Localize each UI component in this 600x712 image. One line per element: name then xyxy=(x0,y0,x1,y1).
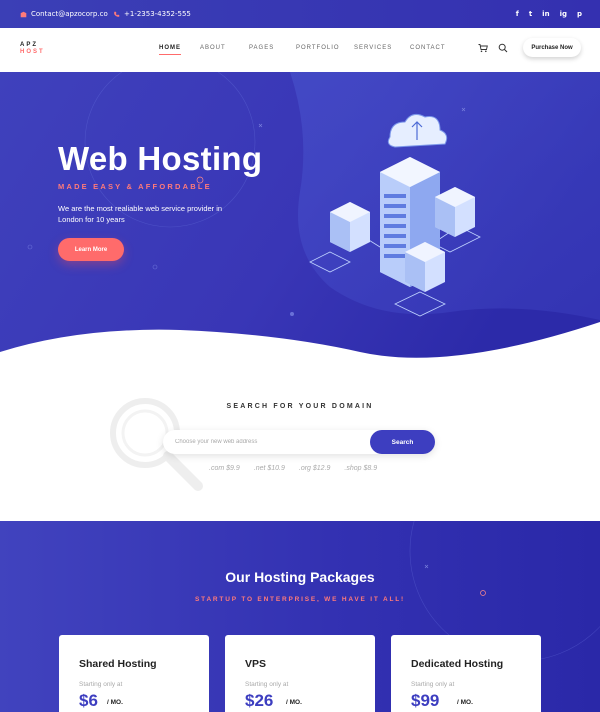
package-name: Dedicated Hosting xyxy=(411,658,504,670)
search-icon[interactable] xyxy=(498,43,508,53)
package-name: Shared Hosting xyxy=(79,658,157,670)
package-period: / MO. xyxy=(107,699,123,706)
package-price: $99 xyxy=(411,691,440,710)
hero-title: Web Hosting xyxy=(58,140,263,177)
packages-tagline: STARTUP TO ENTERPRISE, WE HAVE IT ALL! xyxy=(195,596,405,603)
nav-item-pages[interactable]: PAGES xyxy=(249,45,274,51)
top-bar: Contact@apzocorp.co +1-2353-4352-555 f t… xyxy=(0,0,600,28)
nav-item-portfolio[interactable]: PORTFOLIO xyxy=(296,45,340,51)
domain-search-input[interactable] xyxy=(175,430,365,454)
phone-icon xyxy=(114,11,120,17)
learn-more-button[interactable]: Learn More xyxy=(58,238,124,261)
package-card-vps[interactable]: VPS Starting only at $26 / MO. xyxy=(225,635,375,712)
package-name: VPS xyxy=(245,658,267,670)
package-period: / MO. xyxy=(286,699,302,706)
package-card-dedicated[interactable]: Dedicated Hosting Starting only at $99 /… xyxy=(391,635,541,712)
package-starting-text: Starting only at xyxy=(245,681,289,688)
domain-search-title: SEARCH FOR YOUR DOMAIN xyxy=(226,403,374,410)
facebook-icon[interactable]: f xyxy=(516,10,519,18)
linkedin-icon[interactable]: in xyxy=(542,10,549,18)
server-cloud-illustration xyxy=(309,113,481,317)
main-nav: APZ HOST HOME ABOUT PAGES PORTFOLIO SERV… xyxy=(0,28,600,72)
email-text: Contact@apzocorp.co xyxy=(31,10,108,18)
nav-item-services[interactable]: SERVICES xyxy=(354,45,392,51)
domain-search-section: SEARCH FOR YOUR DOMAIN Search .com $9.9 … xyxy=(0,362,600,522)
logo-line2: HOST xyxy=(20,49,45,55)
logo[interactable]: APZ HOST xyxy=(20,42,45,56)
tld-price-net: .net $10.9 xyxy=(253,465,285,472)
package-price: $26 xyxy=(245,691,274,710)
nav-item-contact[interactable]: CONTACT xyxy=(410,45,446,51)
domain-search-box: Search xyxy=(163,430,435,454)
package-starting-text: Starting only at xyxy=(79,681,123,688)
contact-email[interactable]: Contact@apzocorp.co xyxy=(20,10,108,18)
envelope-icon xyxy=(20,11,27,17)
twitter-icon[interactable]: t xyxy=(529,10,532,18)
hosting-packages-section: Our Hosting Packages STARTUP TO ENTERPRI… xyxy=(0,521,600,712)
hero-description: We are the most realiable web service pr… xyxy=(58,204,223,224)
tld-price-list: .com $9.9 .net $10.9 .org $12.9 .shop $8… xyxy=(209,465,377,472)
hero-subtitle: MADE EASY & AFFORDABLE xyxy=(58,182,212,191)
package-starting-text: Starting only at xyxy=(411,681,455,688)
tld-price-com: .com $9.9 xyxy=(209,465,240,472)
domain-search-button[interactable]: Search xyxy=(370,430,435,454)
instagram-icon[interactable]: ig xyxy=(560,10,567,18)
package-period: / MO. xyxy=(457,699,473,706)
tld-price-shop: .shop $8.9 xyxy=(344,465,378,472)
hero-section: Web Hosting MADE EASY & AFFORDABLE We ar… xyxy=(0,72,600,362)
phone-text: +1-2353-4352-555 xyxy=(124,10,191,18)
logo-line1: APZ xyxy=(20,42,38,48)
nav-item-about[interactable]: ABOUT xyxy=(200,45,226,51)
tld-price-org: .org $12.9 xyxy=(298,465,331,472)
contact-phone[interactable]: +1-2353-4352-555 xyxy=(113,10,191,18)
packages-title: Our Hosting Packages xyxy=(225,569,375,585)
nav-item-home[interactable]: HOME xyxy=(159,45,181,55)
cart-icon[interactable] xyxy=(478,43,488,53)
pinterest-icon[interactable]: p xyxy=(577,10,582,18)
package-price: $6 xyxy=(79,691,98,710)
social-links: f t in ig p xyxy=(516,10,582,18)
package-card-shared[interactable]: Shared Hosting Starting only at $6 / MO. xyxy=(59,635,209,712)
purchase-now-button[interactable]: Purchase Now xyxy=(523,38,581,57)
